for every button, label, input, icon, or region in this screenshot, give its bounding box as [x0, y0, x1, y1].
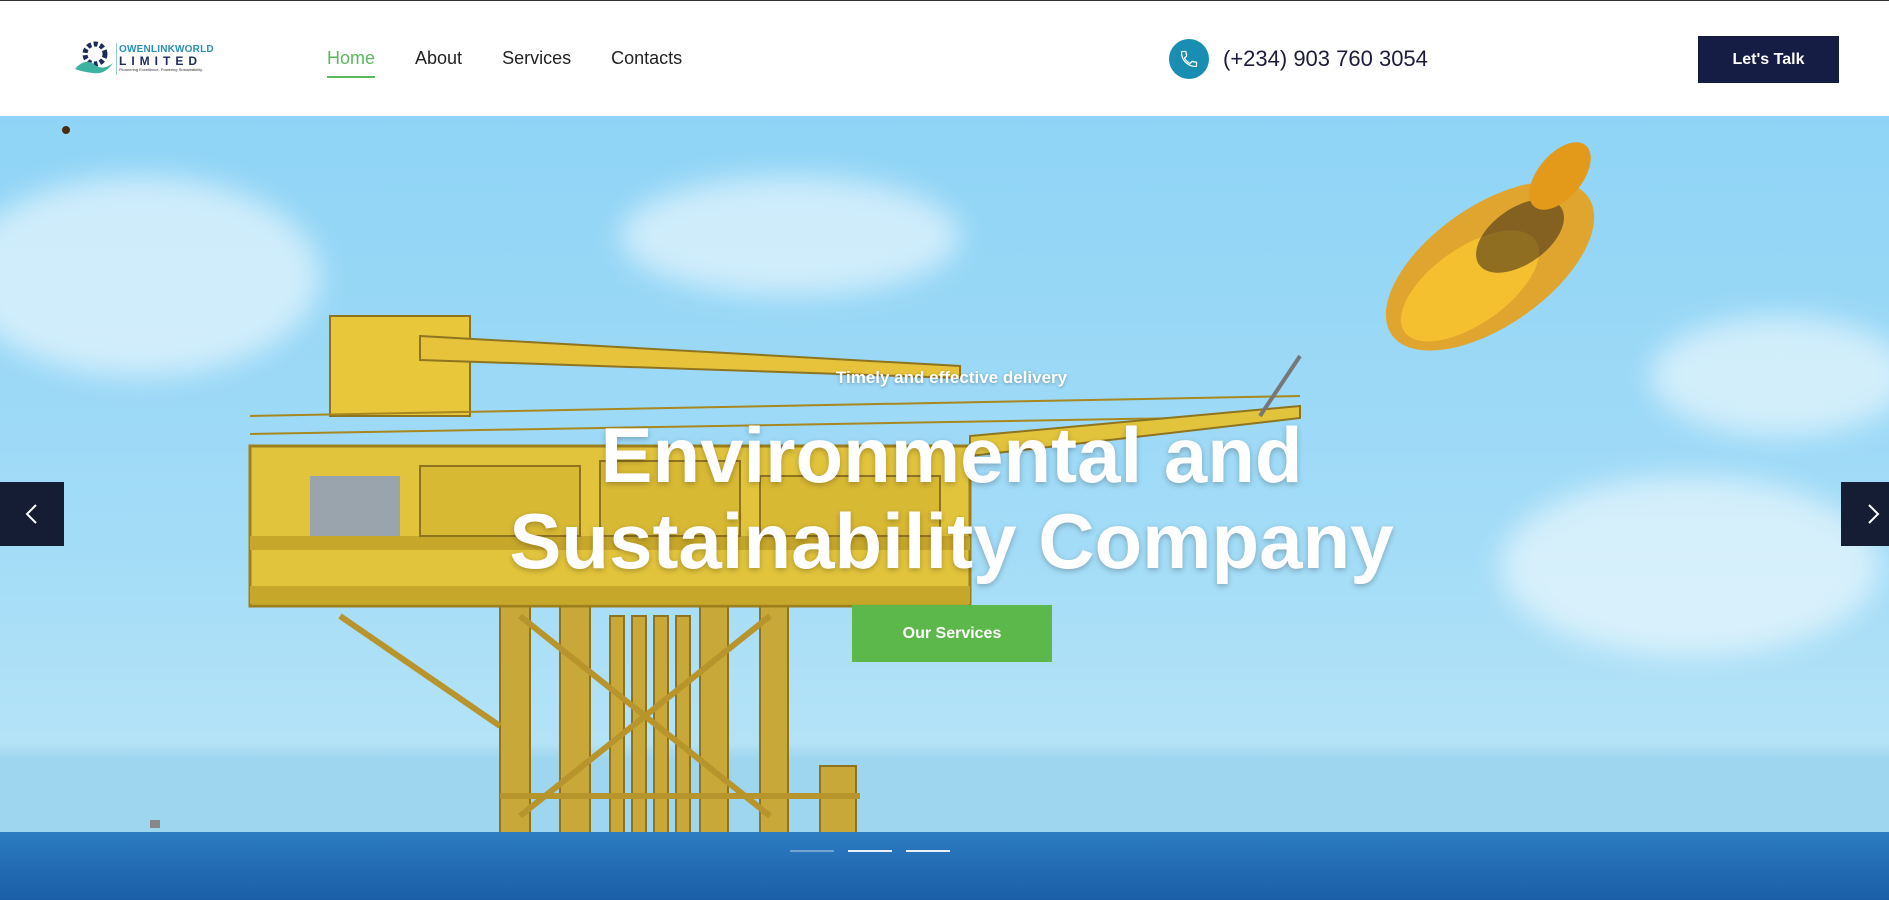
slide-indicator-3[interactable] [906, 850, 950, 852]
phone-contact[interactable]: (+234) 903 760 3054 [1169, 39, 1428, 79]
gear-wave-logo-icon [75, 41, 113, 74]
lets-talk-button[interactable]: Let's Talk [1698, 36, 1839, 83]
nav-about[interactable]: About [415, 48, 462, 78]
hero-title-line-2: Sustainability Company [509, 497, 1394, 585]
nav-services[interactable]: Services [502, 48, 571, 78]
brand-logo[interactable]: OWENLINKWORLD LIMITED Pioneering Excelle… [73, 39, 218, 79]
hero-subtitle: Timely and effective delivery [835, 368, 1068, 387]
logo-text: OWENLINKWORLD LIMITED Pioneering Excelle… [119, 45, 214, 73]
hero-title-line-1: Environmental and [600, 411, 1303, 499]
nav-contacts[interactable]: Contacts [611, 48, 682, 78]
main-nav: Home About Services Contacts [327, 48, 722, 78]
sea-background [0, 832, 1889, 900]
slide-indicator-1[interactable] [790, 850, 834, 852]
chevron-left-icon [25, 504, 37, 524]
slide-indicator-2[interactable] [848, 850, 892, 852]
brand-tagline: Pioneering Excellence. Powering Sustaina… [119, 67, 203, 72]
nav-home[interactable]: Home [327, 48, 376, 78]
our-services-button[interactable]: Our Services [852, 605, 1052, 662]
logo-divider [116, 43, 117, 75]
hero-title: Environmental and Sustainability Company [0, 412, 1889, 584]
site-header: OWENLINKWORLD LIMITED Pioneering Excelle… [0, 1, 1889, 116]
phone-icon [1169, 39, 1209, 79]
slider-next-button[interactable] [1841, 482, 1889, 546]
slider-indicators [790, 850, 950, 852]
brand-suffix: LIMITED [119, 54, 202, 68]
chevron-right-icon [1868, 504, 1880, 524]
slide-marker-dot [62, 126, 70, 134]
hero-slider: Timely and effective delivery Environmen… [0, 116, 1889, 900]
slider-prev-button[interactable] [0, 482, 64, 546]
phone-number: (+234) 903 760 3054 [1223, 46, 1428, 71]
